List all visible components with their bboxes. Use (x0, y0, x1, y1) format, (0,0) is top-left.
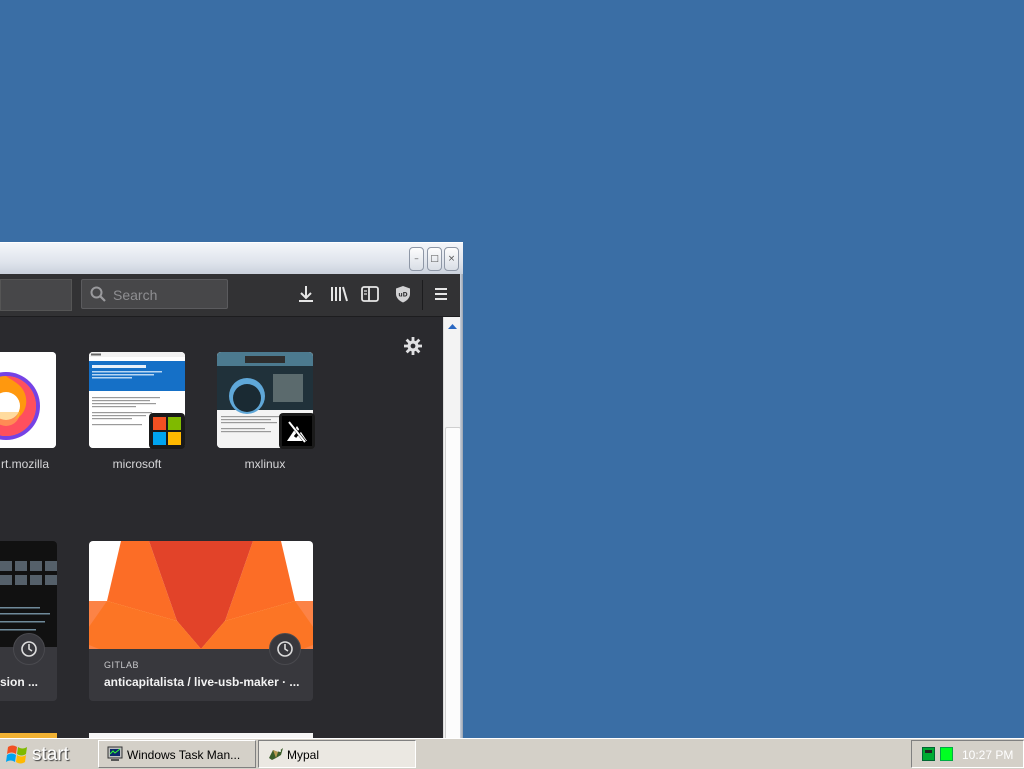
highlight-source: GITLAB (104, 660, 140, 670)
status-led-icon[interactable] (940, 747, 953, 761)
start-button[interactable]: start (0, 740, 95, 768)
url-bar[interactable] (0, 279, 72, 311)
top-site-label[interactable]: rt.mozilla (0, 457, 80, 471)
search-icon (90, 286, 106, 302)
top-site-label[interactable]: mxlinux (210, 457, 320, 471)
gear-icon[interactable] (403, 336, 423, 356)
browser-window: – □ × Search uD rt.mozilla microsoft mxl… (0, 242, 463, 738)
taskbar-button-mypal[interactable]: Mypal (258, 740, 416, 768)
clock-icon (269, 633, 301, 665)
window-titlebar[interactable]: – □ × (0, 242, 463, 275)
sidebar-icon[interactable] (360, 284, 380, 304)
mxlinux-logo-icon (279, 413, 315, 449)
network-status-icon[interactable] (922, 747, 935, 761)
top-site-tile[interactable] (0, 352, 56, 448)
hamburger-menu-icon[interactable] (431, 284, 451, 304)
highlight-card[interactable]: GITLAB anticapitalista / live-usb-maker … (89, 541, 313, 701)
close-button[interactable]: × (444, 247, 459, 271)
taskbar: start Windows Task Man... Mypal 10:27 PM (0, 738, 1024, 769)
taskbar-button-label: Windows Task Man... (127, 748, 241, 762)
download-icon[interactable] (296, 284, 316, 304)
start-label: start (32, 744, 69, 765)
library-icon[interactable] (329, 284, 349, 304)
scroll-up-arrow-icon[interactable] (444, 321, 461, 333)
top-site-label[interactable]: microsoft (82, 457, 192, 471)
scrollbar-thumb[interactable] (445, 427, 461, 738)
toolbar-separator (422, 280, 423, 310)
maximize-button[interactable]: □ (427, 247, 442, 271)
minimize-button[interactable]: – (409, 247, 424, 271)
windows-logo-icon (6, 745, 27, 764)
highlight-card[interactable]: sion ... (0, 541, 57, 701)
new-tab-page: rt.mozilla microsoft mxlinux sion ... GI… (0, 317, 443, 738)
window-border (460, 274, 463, 738)
vertical-scrollbar[interactable] (443, 317, 461, 738)
firefox-logo-icon (0, 352, 56, 448)
highlight-title: sion ... (0, 675, 39, 689)
ublock-icon[interactable]: uD (393, 284, 413, 304)
system-tray: 10:27 PM (911, 740, 1024, 768)
task-manager-icon (107, 746, 123, 761)
search-input[interactable]: Search (81, 279, 228, 309)
highlight-title: anticapitalista / live-usb-maker · ... (104, 675, 300, 689)
clock-icon (13, 633, 45, 665)
svg-text:uD: uD (398, 292, 407, 299)
mypal-icon (269, 748, 283, 760)
navigation-toolbar: Search uD (0, 274, 460, 317)
clock-time[interactable]: 10:27 PM (962, 748, 1013, 762)
microsoft-logo-icon (149, 413, 185, 449)
highlight-thumbnail (0, 541, 57, 647)
taskbar-button-label: Mypal (287, 748, 320, 762)
taskbar-button-task-manager[interactable]: Windows Task Man... (98, 740, 256, 768)
search-placeholder: Search (113, 287, 158, 303)
